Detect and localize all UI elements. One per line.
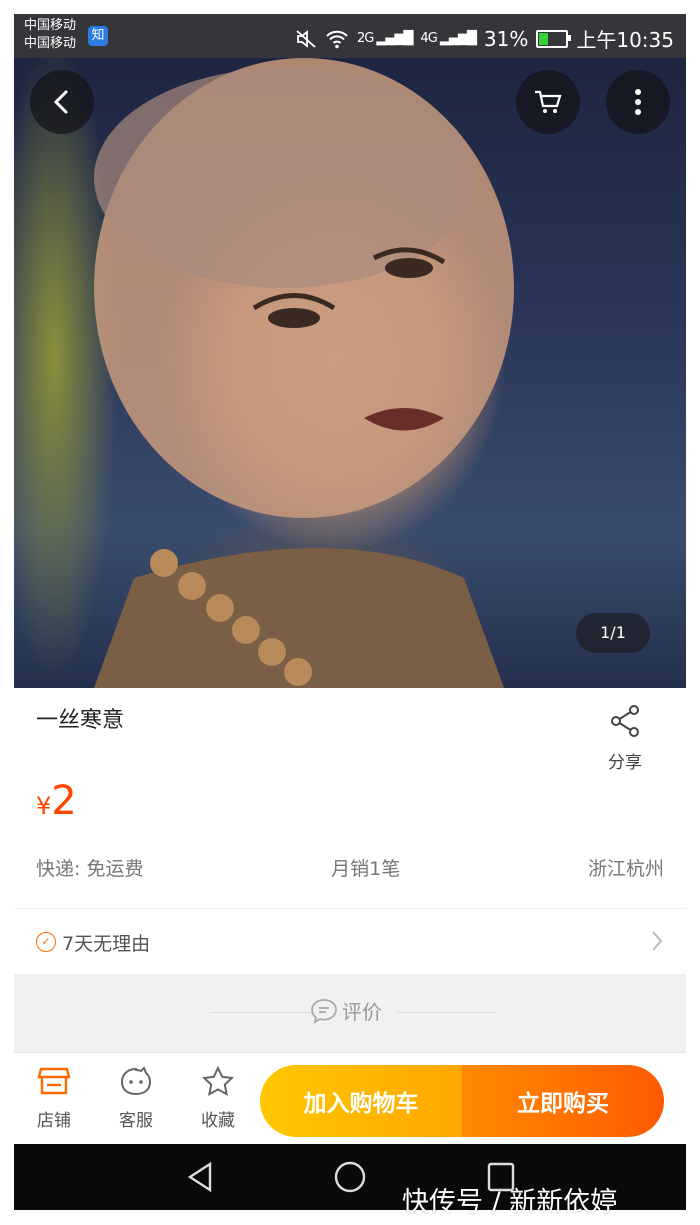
signal-2g-label: 2G [356, 31, 374, 46]
more-icon [635, 89, 641, 115]
comment-icon [311, 998, 337, 1024]
price-amount: 2 [51, 778, 77, 824]
status-icons: 2G ▂▄▆█ 4G ▂▄▆█ 31% 上午10:35 [295, 24, 674, 53]
shipping-info: 快递: 免运费 [36, 858, 144, 880]
monthly-sales: 月销1笔 [331, 858, 401, 880]
more-button[interactable] [606, 70, 670, 134]
phone-screen: 中国移动 中国移动 知 2G ▂▄▆█ 4G ▂▄▆█ 31% 上午10:35 [14, 14, 686, 1210]
customer-service-label: 客服 [119, 1111, 153, 1131]
product-image[interactable]: 1/1 [14, 58, 686, 688]
zhihu-notification-icon: 知 [88, 26, 108, 46]
add-to-cart-button[interactable]: 加入购物车 [260, 1065, 462, 1137]
store-icon [37, 1067, 71, 1095]
guarantee-row[interactable]: ✓ 7天无理由 [14, 908, 686, 975]
share-label: 分享 [608, 753, 642, 773]
star-icon [201, 1065, 235, 1096]
carrier-info: 中国移动 中国移动 [24, 17, 76, 53]
wifi-icon [326, 30, 348, 48]
monk-illustration [94, 58, 514, 688]
price: ¥2 [36, 778, 77, 824]
signal-4g: 4G ▂▄▆█ [420, 31, 476, 46]
share-icon [611, 705, 639, 737]
chevron-right-icon [652, 931, 663, 951]
cart-button[interactable] [516, 70, 580, 134]
product-meta: 快递: 免运费 月销1笔 浙江杭州 [36, 854, 664, 881]
clock: 上午10:35 [576, 28, 674, 52]
share-button[interactable]: 分享 [600, 704, 650, 773]
back-button[interactable] [30, 70, 94, 134]
nav-home-icon[interactable] [333, 1160, 367, 1194]
battery-icon [536, 29, 572, 48]
divider-left [210, 1012, 310, 1013]
image-page-indicator: 1/1 [576, 613, 650, 653]
status-bar: 中国移动 中国移动 知 2G ▂▄▆█ 4G ▂▄▆█ 31% 上午10:35 [14, 14, 686, 58]
product-title: 一丝寒意 [36, 708, 125, 733]
seller-location: 浙江杭州 [587, 858, 664, 880]
carrier-2: 中国移动 [24, 36, 77, 51]
battery-percent: 31% [483, 26, 529, 51]
signal-2g: 2G ▂▄▆█ [356, 31, 413, 46]
review-label: 评价 [342, 1000, 382, 1024]
signal-4g-label: 4G [420, 31, 437, 46]
review-tab[interactable]: 评价 [310, 996, 382, 1025]
nav-back-icon[interactable] [186, 1161, 216, 1193]
back-icon [53, 90, 68, 114]
bottom-action-bar: 店铺 客服 收藏 加入购物车 立即购买 [14, 1052, 686, 1145]
product-info: 一丝寒意 分享 ¥2 快递: 免运费 月销1笔 浙江杭州 ✓ 7天无理由 [14, 688, 686, 974]
store-button[interactable]: 店铺 [24, 1065, 84, 1131]
mute-icon [296, 29, 316, 48]
divider-right [396, 1012, 496, 1013]
review-section: 评价 [14, 974, 686, 1052]
guarantee-text: 7天无理由 [62, 932, 151, 955]
carrier-1: 中国移动 [24, 18, 77, 33]
check-circle-icon: ✓ [36, 932, 56, 952]
buy-now-button[interactable]: 立即购买 [462, 1065, 664, 1137]
favorite-button[interactable]: 收藏 [188, 1065, 248, 1131]
price-currency: ¥ [36, 792, 52, 820]
customer-service-icon [120, 1066, 152, 1096]
watermark: 快传号 / 新新依婷 [402, 1187, 618, 1218]
favorite-label: 收藏 [201, 1111, 235, 1131]
customer-service-button[interactable]: 客服 [106, 1065, 166, 1131]
cart-icon [535, 90, 562, 113]
store-label: 店铺 [37, 1111, 71, 1131]
